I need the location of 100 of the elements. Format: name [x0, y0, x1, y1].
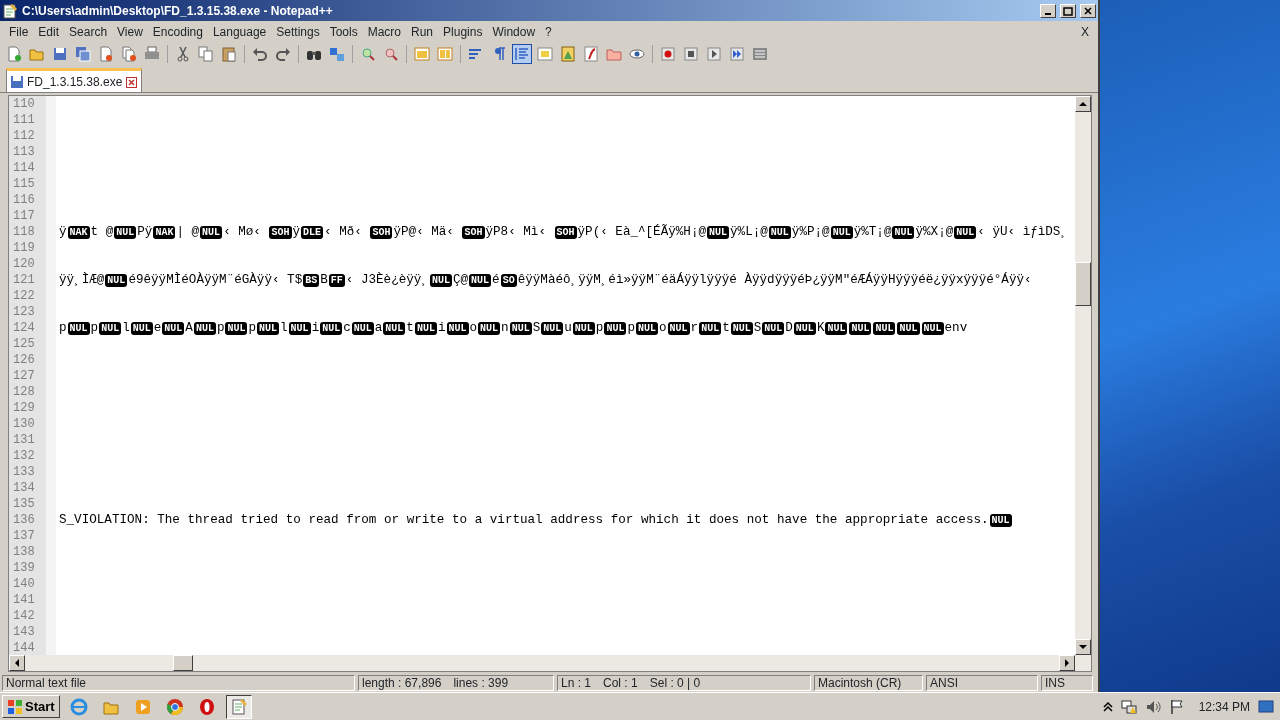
toolbar-button[interactable] — [704, 44, 724, 64]
printer-icon — [144, 46, 160, 62]
menu-item[interactable]: Macro — [362, 21, 406, 42]
menu-item[interactable]: Plugins — [438, 21, 488, 42]
network-icon[interactable] — [1120, 698, 1137, 715]
code-text: ÿP@‹ Mä‹ — [393, 223, 455, 241]
close-button[interactable] — [1080, 3, 1096, 18]
status-text: Normal text file — [6, 675, 87, 692]
control-character: NUL — [130, 321, 153, 335]
menu-item[interactable]: View — [112, 21, 148, 42]
line-number: 122 — [9, 288, 56, 304]
menu-item[interactable]: ? — [540, 21, 557, 42]
open-folder-icon — [29, 46, 45, 62]
close-document-button[interactable]: X — [1076, 21, 1094, 42]
code-text: ‹ ÿU‹ ìƒìDS¸ — [977, 223, 1068, 241]
code-text: l — [122, 319, 130, 337]
menu-item[interactable]: Settings — [271, 21, 325, 42]
control-character: NUL — [320, 321, 343, 335]
control-character: NUL — [351, 321, 374, 335]
toolbar-button[interactable] — [581, 44, 601, 64]
control-character: BS — [303, 273, 320, 287]
toolbar-button[interactable] — [219, 44, 239, 64]
menu-item[interactable]: Language — [207, 21, 272, 42]
menu-item[interactable]: File — [4, 21, 34, 42]
scroll-up-button[interactable] — [1075, 96, 1091, 112]
maximize-button[interactable] — [1060, 3, 1076, 18]
toolbar-button[interactable] — [119, 44, 139, 64]
control-character: NUL — [429, 273, 452, 287]
scroll-left-button[interactable] — [9, 655, 25, 671]
control-character: NUL — [414, 321, 437, 335]
toolbar-button[interactable] — [73, 44, 93, 64]
copy-icon — [198, 46, 214, 62]
clock-text[interactable]: 12:34 PM — [1198, 697, 1250, 716]
down-arrow-icon — [1079, 643, 1087, 651]
close-files-icon — [121, 46, 137, 62]
line-number: 125 — [9, 336, 56, 352]
scroll-right-button[interactable] — [1059, 655, 1075, 671]
taskbar-button[interactable] — [225, 694, 252, 719]
media-player-icon — [133, 697, 152, 716]
browser-e-icon — [69, 697, 88, 716]
macro-list-icon — [752, 46, 768, 62]
status-text: lines : 399 — [453, 675, 509, 692]
code-text: c — [343, 319, 351, 337]
menu-item[interactable]: Window — [487, 21, 541, 42]
vertical-sync-icon — [414, 46, 430, 62]
code-text: ÿ%P¡@ — [791, 223, 830, 241]
chevron-up-icon[interactable] — [1102, 701, 1113, 712]
line-number: 136 — [9, 512, 56, 528]
code-text: p — [90, 319, 99, 337]
start-button[interactable]: Start — [2, 695, 60, 718]
toolbar-button[interactable] — [658, 44, 678, 64]
line-number: 113 — [9, 144, 56, 160]
maximize-icon — [1062, 5, 1074, 16]
menu-item[interactable]: Run — [406, 21, 439, 42]
scroll-down-button[interactable] — [1075, 639, 1091, 655]
minimize-button[interactable] — [1040, 3, 1056, 18]
status-text: length : 67,896 — [362, 675, 442, 692]
control-character: SOH — [554, 225, 577, 239]
line-number: 117 — [9, 208, 56, 224]
function-list-icon — [583, 46, 599, 62]
control-character: NUL — [699, 321, 722, 335]
play-icon — [706, 46, 722, 62]
show-desktop-icon[interactable] — [1258, 699, 1274, 714]
toolbar-button[interactable] — [727, 44, 747, 64]
code-text: r — [690, 319, 699, 337]
menu-item[interactable]: Encoding — [147, 21, 208, 42]
flag-icon[interactable] — [1168, 698, 1185, 715]
scissors-icon — [175, 46, 191, 62]
line-number: 138 — [9, 544, 56, 560]
menu-item[interactable]: Edit — [33, 21, 65, 42]
control-character: NAK — [67, 225, 90, 239]
code-text: p — [216, 319, 225, 337]
document-tab[interactable]: FD_1.3.15.38.exe — [6, 68, 143, 92]
floppy-disks-icon — [75, 46, 91, 62]
line-number: 116 — [9, 192, 56, 208]
menu-item[interactable]: Search — [64, 21, 113, 42]
control-character: NUL — [105, 273, 128, 287]
line-number: 128 — [9, 384, 56, 400]
menu-item[interactable]: Tools — [324, 21, 363, 42]
control-character: NUL — [897, 321, 920, 335]
code-text: ÿP8‹ Mì‹ — [485, 223, 547, 241]
scrollbar-thumb[interactable] — [173, 655, 193, 671]
close-icon[interactable] — [126, 76, 138, 88]
control-character: NUL — [730, 321, 753, 335]
code-text: ÿP(‹ Eà_^[ÉÃÿ%H¡@ — [577, 223, 707, 241]
code-text: ‹ Mð‹ — [324, 223, 363, 241]
control-character: NUL — [873, 321, 896, 335]
toolbar-button[interactable] — [512, 44, 532, 64]
user-language-icon — [537, 46, 553, 62]
control-character: NUL — [954, 225, 977, 239]
code-text: Ç@ — [452, 271, 469, 289]
toolbar-button[interactable] — [681, 44, 701, 64]
control-character: NUL — [469, 273, 492, 287]
code-text: ÿ%L¡@ — [730, 223, 768, 241]
control-character: NAK — [153, 225, 176, 239]
ring-icon — [197, 697, 216, 716]
control-character: DLE — [301, 225, 324, 239]
code-text: ÿ%T¡@ — [853, 223, 892, 241]
status-text: Ln : 1 — [561, 675, 592, 692]
scrollbar-thumb[interactable] — [1075, 262, 1091, 306]
